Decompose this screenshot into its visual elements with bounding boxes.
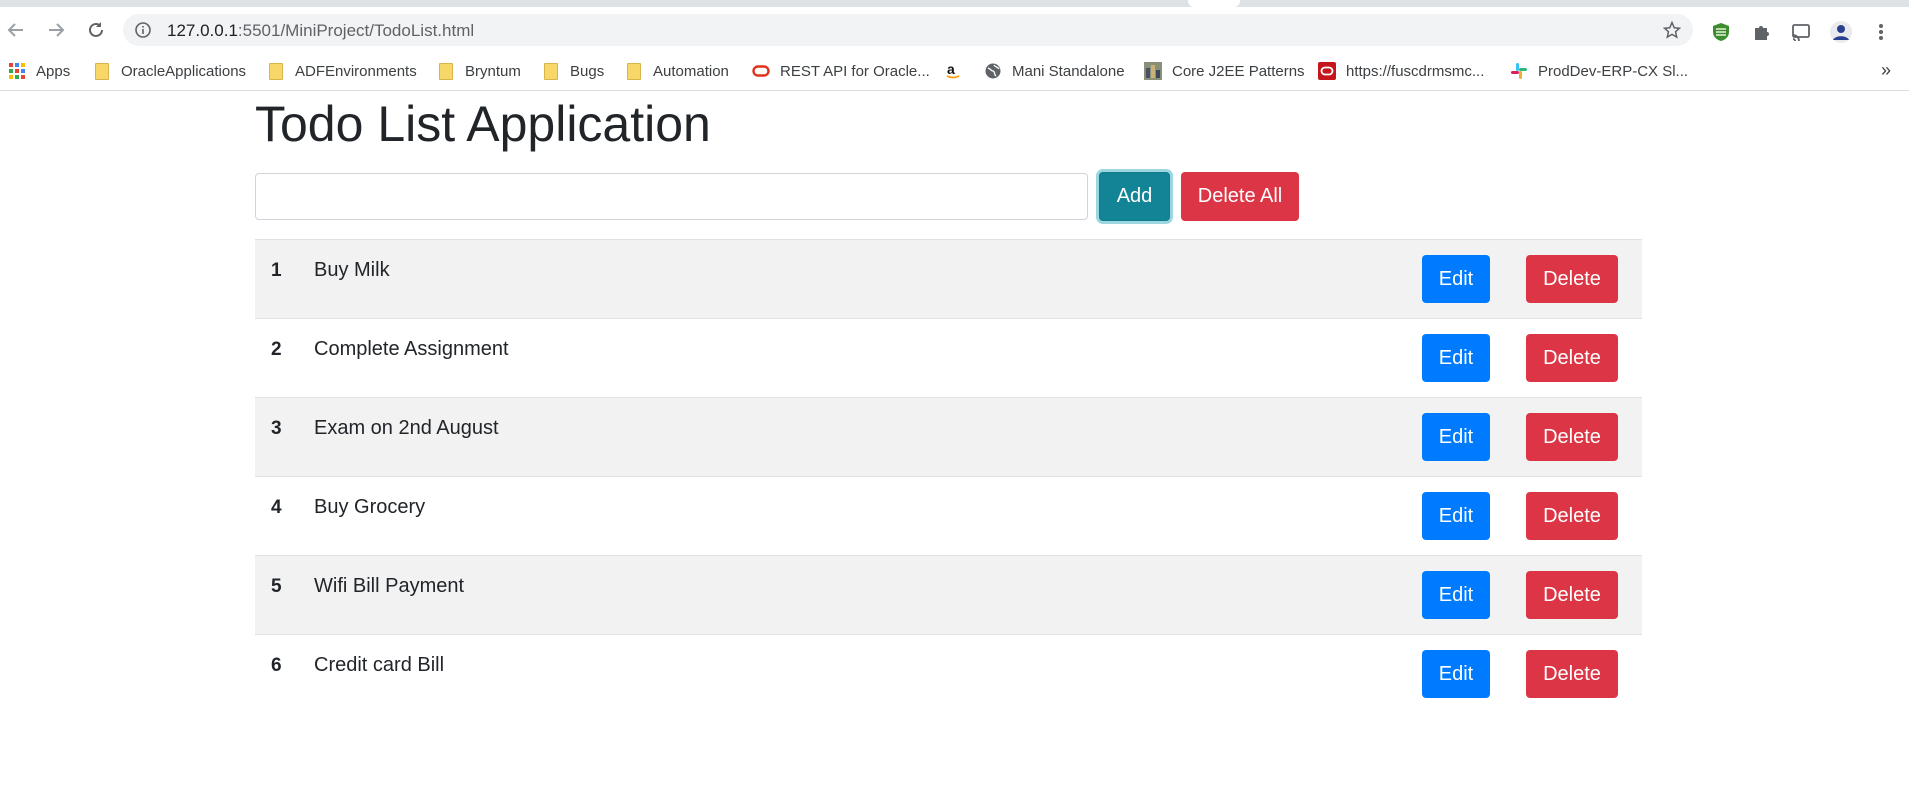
url-path: :5501/MiniProject/TodoList.html [237, 21, 475, 40]
bookmark-folder-bugs[interactable]: Bugs [542, 60, 604, 82]
svg-text:a: a [947, 62, 955, 77]
bookmark-label: Bugs [570, 62, 605, 80]
reload-icon [89, 22, 103, 37]
shield-extension-icon[interactable] [1710, 21, 1732, 43]
todo-row: 3 Exam on 2nd August Edit Delete [255, 397, 1642, 476]
url-host: 127.0.0.1 [167, 21, 238, 40]
bookmark-core-j2ee-patterns[interactable]: Core J2EE Patterns [1144, 60, 1305, 82]
url-text[interactable]: 127.0.0.1:5501/MiniProject/TodoList.html [167, 21, 474, 41]
extensions-puzzle-icon[interactable] [1750, 21, 1772, 43]
bookmark-amazon[interactable]: a [944, 60, 972, 82]
bookmark-label: ProdDev-ERP-CX Sl... [1538, 62, 1689, 80]
active-tab[interactable] [1188, 0, 1240, 7]
add-button[interactable]: Add [1099, 172, 1170, 221]
delete-button[interactable]: Delete [1526, 413, 1618, 461]
todo-input[interactable] [255, 173, 1088, 220]
todo-row: 6 Credit card Bill Edit Delete [255, 634, 1642, 713]
edit-button[interactable]: Edit [1422, 334, 1490, 382]
todo-text: Complete Assignment [314, 338, 509, 360]
todo-row: 2 Complete Assignment Edit Delete [255, 318, 1642, 397]
folder-icon [542, 62, 560, 80]
edit-button[interactable]: Edit [1422, 571, 1490, 619]
bookmark-label: Automation [653, 62, 729, 80]
todo-list: 1 Buy Milk Edit Delete 2 Complete Assign… [255, 239, 1642, 713]
page-content: Todo List Application Add Delete All 1 B… [0, 92, 1909, 807]
todo-number: 3 [271, 418, 282, 439]
bookmark-proddev-erp[interactable]: ProdDev-ERP-CX Sl... [1510, 60, 1688, 82]
folder-icon [437, 62, 455, 80]
bookmark-rest-api-oracle[interactable]: REST API for Oracle... [752, 60, 930, 82]
bookmark-label: REST API for Oracle... [780, 62, 930, 80]
todo-text: Buy Milk [314, 259, 390, 281]
bookmark-label: https://fuscdrmsmc... [1346, 62, 1485, 80]
delete-all-button[interactable]: Delete All [1181, 172, 1299, 221]
forward-button[interactable] [44, 18, 68, 42]
apps-grid-icon [8, 62, 26, 80]
todo-row: 1 Buy Milk Edit Delete [255, 239, 1642, 318]
page-title: Todo List Application [255, 96, 711, 152]
delete-button[interactable]: Delete [1526, 334, 1618, 382]
slack-icon [1510, 62, 1528, 80]
chrome-menu-icon[interactable] [1870, 21, 1892, 43]
delete-button[interactable]: Delete [1526, 492, 1618, 540]
folder-icon [625, 62, 643, 80]
delete-button[interactable]: Delete [1526, 255, 1618, 303]
todo-row: 5 Wifi Bill Payment Edit Delete [255, 555, 1642, 634]
edit-button[interactable]: Edit [1422, 492, 1490, 540]
edit-button[interactable]: Edit [1422, 413, 1490, 461]
tab-strip [0, 0, 1909, 7]
bookmark-star-icon[interactable] [1662, 20, 1682, 44]
globe-icon [984, 62, 1002, 80]
bookmark-label: Mani Standalone [1012, 62, 1125, 80]
bookmark-folder-oracleapplications[interactable]: OracleApplications [93, 60, 246, 82]
oracle-red-icon [1318, 62, 1336, 80]
bookmark-label: Core J2EE Patterns [1172, 62, 1305, 80]
reload-button[interactable] [84, 18, 108, 42]
back-arrow-icon [7, 23, 23, 37]
todo-row: 4 Buy Grocery Edit Delete [255, 476, 1642, 555]
bookmark-apps[interactable]: Apps [8, 60, 70, 82]
todo-text: Wifi Bill Payment [314, 575, 465, 597]
forward-arrow-icon [49, 23, 65, 37]
bookmark-fuscdrmsmc[interactable]: https://fuscdrmsmc... [1318, 60, 1484, 82]
bookmark-folder-bryntum[interactable]: Bryntum [437, 60, 521, 82]
image-thumb-icon [1144, 62, 1162, 80]
bookmarks-overflow-button[interactable]: » [1881, 60, 1891, 81]
todo-text: Exam on 2nd August [314, 417, 499, 439]
bookmark-label: ADFEnvironments [295, 62, 417, 80]
edit-button[interactable]: Edit [1422, 650, 1490, 698]
todo-number: 6 [271, 655, 282, 676]
folder-icon [93, 62, 111, 80]
bookmarks-bar: Apps OracleApplications ADFEnvironments … [0, 52, 1909, 91]
profile-avatar-icon[interactable] [1830, 21, 1852, 43]
edit-button[interactable]: Edit [1422, 255, 1490, 303]
cast-icon[interactable] [1790, 21, 1812, 43]
todo-text: Credit card Bill [314, 654, 445, 676]
browser-toolbar: 127.0.0.1:5501/MiniProject/TodoList.html [0, 7, 1909, 52]
delete-button[interactable]: Delete [1526, 571, 1618, 619]
todo-number: 1 [271, 260, 282, 281]
bookmark-label: Bryntum [465, 62, 521, 80]
bookmark-folder-automation[interactable]: Automation [625, 60, 729, 82]
bookmark-label: OracleApplications [121, 62, 247, 80]
oracle-icon [752, 62, 770, 80]
folder-icon [267, 62, 285, 80]
bookmark-mani-standalone[interactable]: Mani Standalone [984, 60, 1125, 82]
site-info-icon[interactable] [135, 22, 151, 43]
amazon-icon: a [944, 62, 962, 80]
bookmark-folder-adfenvironments[interactable]: ADFEnvironments [267, 60, 417, 82]
todo-number: 5 [271, 576, 282, 597]
back-button[interactable] [4, 18, 28, 42]
todo-number: 2 [271, 339, 282, 360]
address-bar[interactable]: 127.0.0.1:5501/MiniProject/TodoList.html [123, 14, 1693, 46]
todo-number: 4 [271, 497, 282, 518]
delete-button[interactable]: Delete [1526, 650, 1618, 698]
bookmark-label: Apps [36, 62, 71, 80]
todo-text: Buy Grocery [314, 496, 426, 518]
